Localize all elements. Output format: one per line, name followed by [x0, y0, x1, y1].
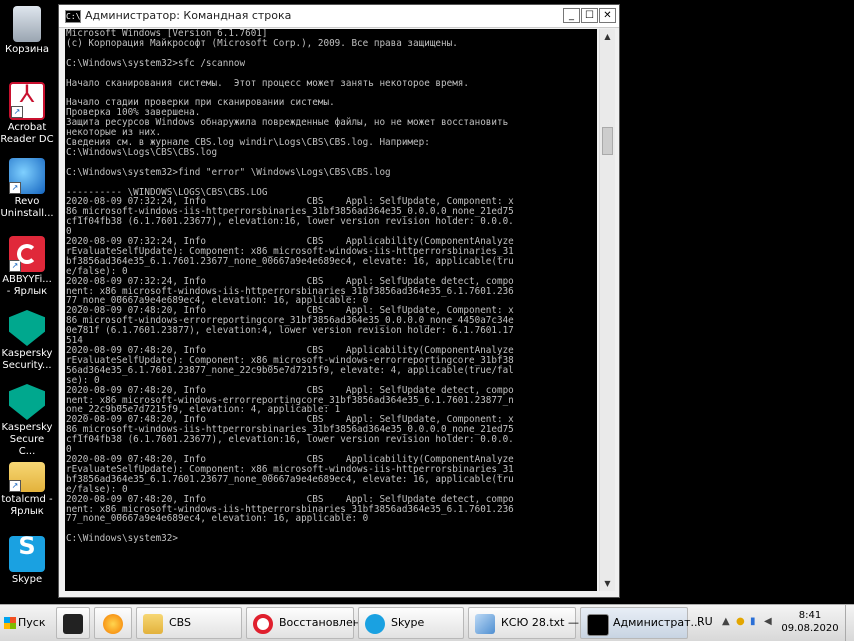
tray-app-icon[interactable]: ●	[736, 617, 746, 627]
maximize-button[interactable]: ☐	[581, 8, 598, 23]
pinned-paint-button[interactable]	[94, 607, 132, 639]
windows-flag-icon	[4, 617, 16, 629]
taskbar-item-notepad[interactable]: КСЮ 28.txt —...	[468, 607, 589, 639]
cmd-icon	[587, 614, 609, 636]
shortcut-arrow-icon: ↗	[9, 182, 21, 194]
notepad-icon	[475, 614, 495, 634]
taskbar-item-cbs[interactable]: CBS	[136, 607, 242, 639]
pinned-app-button[interactable]	[56, 607, 90, 639]
taskbar-item-label: CBS	[169, 616, 192, 629]
start-label: Пуск	[18, 616, 46, 629]
kaspersky-shield-icon	[9, 310, 45, 346]
skype-icon	[9, 536, 45, 572]
desktop-icon-label: Revo Uninstall...	[0, 196, 54, 219]
desktop-icon-label: Kaspersky Security...	[1, 348, 53, 371]
abbyy-icon: ↗	[9, 236, 45, 272]
app-logo-icon	[63, 614, 83, 634]
scroll-down-arrow-icon[interactable]: ▼	[600, 576, 615, 591]
opera-icon	[253, 614, 273, 634]
folder-icon	[143, 614, 163, 634]
desktop-icon-kaspersky-security[interactable]: Kaspersky Security...	[0, 310, 54, 372]
taskbar-item-label: Администрат...	[613, 616, 701, 629]
taskbar-item-label: Восстановлен...	[279, 616, 371, 629]
console-output[interactable]: Microsoft Windows [Version 6.1.7601] (c)…	[65, 29, 597, 591]
cmd-icon: C:\	[65, 10, 81, 23]
desktop-icon-label: Kaspersky Secure C...	[1, 422, 53, 457]
desktop-icon-skype[interactable]: Skype	[0, 536, 54, 586]
desktop-icon-label: totalcmd - Ярлык	[1, 494, 53, 517]
recycle-bin-icon	[13, 6, 41, 42]
window-title: Администратор: Командная строка	[85, 9, 292, 22]
desktop-icon-kaspersky-secure[interactable]: Kaspersky Secure C...	[0, 384, 54, 458]
desktop-icon-totalcmd[interactable]: ↗ totalcmd - Ярлык	[0, 456, 54, 518]
console-text: Microsoft Windows [Version 6.1.7601] (c)…	[66, 29, 514, 545]
taskbar-item-opera[interactable]: Восстановлен...	[246, 607, 370, 639]
show-desktop-button[interactable]	[845, 605, 854, 641]
shortcut-arrow-icon: ↗	[11, 106, 23, 118]
network-icon[interactable]: ▮	[750, 617, 760, 627]
language-indicator[interactable]: RU	[697, 615, 713, 628]
palette-icon	[103, 614, 123, 634]
desktop-icon-recycle-bin[interactable]: Корзина	[0, 6, 54, 56]
cmd-window[interactable]: C:\ Администратор: Командная строка _ ☐ …	[58, 4, 620, 598]
minimize-button[interactable]: _	[563, 8, 580, 23]
close-button[interactable]: ✕	[599, 8, 616, 23]
folder-icon: ↗	[9, 462, 45, 492]
desktop-icon-label: Корзина	[4, 44, 50, 55]
shortcut-arrow-icon: ↗	[9, 260, 21, 272]
scroll-thumb[interactable]	[602, 127, 613, 155]
taskbar-item-label: КСЮ 28.txt —...	[501, 616, 590, 629]
taskbar-item-skype[interactable]: Skype	[358, 607, 464, 639]
start-button[interactable]: Пуск	[0, 609, 50, 637]
scroll-up-arrow-icon[interactable]: ▲	[600, 29, 615, 44]
clock-time: 8:41	[798, 610, 822, 621]
show-hidden-icons-chevron-icon[interactable]: ▲	[722, 617, 732, 627]
desktop-icon-label: Acrobat Reader DC	[0, 122, 54, 145]
desktop-icon-revo[interactable]: ↗ Revo Uninstall...	[0, 158, 54, 220]
volume-icon[interactable]: ◀	[764, 617, 774, 627]
revo-uninstaller-icon: ↗	[9, 158, 45, 194]
vertical-scrollbar[interactable]: ▲ ▼	[599, 29, 615, 591]
taskbar: Пуск CBS Восстановлен... Skype КСЮ 28.tx…	[0, 604, 854, 641]
taskbar-item-label: Skype	[391, 616, 425, 629]
title-bar[interactable]: C:\ Администратор: Командная строка _ ☐ …	[59, 5, 619, 28]
desktop-icon-abbyy[interactable]: ↗ ABBYYFi... - Ярлык	[0, 236, 54, 298]
clock-date: 09.08.2020	[781, 623, 839, 634]
taskbar-item-cmd[interactable]: Администрат...	[580, 607, 701, 639]
desktop-icon-label: ABBYYFi... - Ярлык	[2, 274, 52, 297]
desktop-icon-acrobat[interactable]: ↗ Acrobat Reader DC	[0, 82, 54, 146]
acrobat-icon: ↗	[9, 82, 45, 120]
kaspersky-lock-icon	[9, 384, 45, 420]
clock[interactable]: 8:41 09.08.2020	[780, 609, 840, 635]
desktop-icon-label: Skype	[11, 574, 43, 585]
shortcut-arrow-icon: ↗	[9, 480, 21, 492]
skype-icon	[365, 614, 385, 634]
